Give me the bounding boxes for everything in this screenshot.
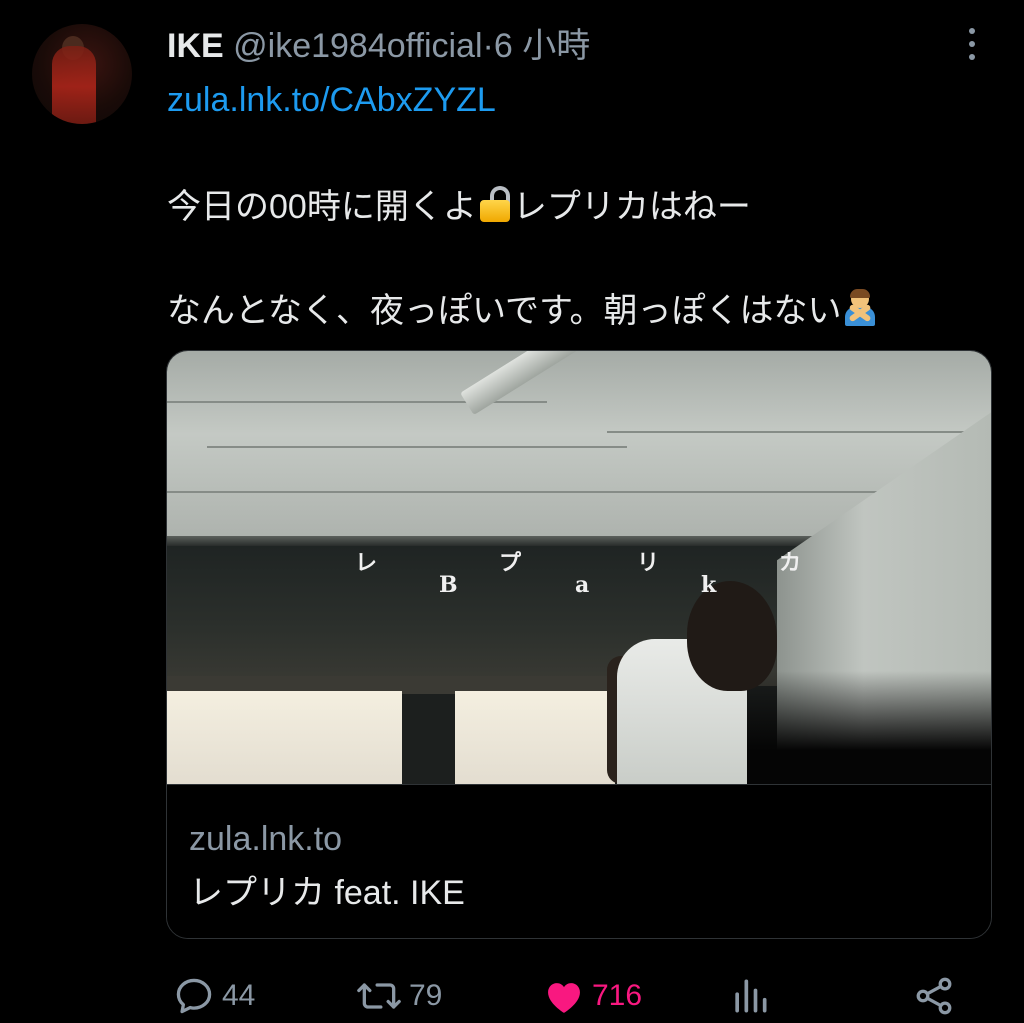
tweet-actions: 44 79 716 [0,960,1024,1023]
header-separator: · [482,27,494,65]
image-title-letter: プ [499,550,522,576]
like-count: 716 [592,979,643,1012]
window-left [167,691,402,784]
author-name[interactable]: IKE [167,27,224,65]
card-image[interactable]: レ B プ a リ k カ [167,351,991,784]
tweet[interactable]: IKE @ike1984official·6 小時 zula.lnk.to/CA… [0,0,1024,1023]
reply-count: 44 [222,979,256,1012]
retweet-count: 79 [409,979,443,1012]
card-title: レプリカ feat. IKE [189,874,465,912]
tweet-header: IKE @ike1984official·6 小時 [167,26,590,66]
views-button[interactable] [728,974,772,1018]
image-title-letter: a [575,572,590,598]
ceiling-beam [460,351,652,416]
more-options-icon[interactable] [962,26,982,62]
image-title-letter: k [701,572,717,598]
image-title-letter: レ [355,550,378,576]
views-icon [728,974,772,1018]
link-preview-card[interactable]: レ B プ a リ k カ zula.lnk.to レプリカ feat. IKE [166,350,992,939]
image-title-letter: リ [637,550,660,576]
avatar-figure [52,46,96,124]
author-handle[interactable]: @ike1984official [233,27,482,65]
tweet-timestamp[interactable]: 6 小時 [494,27,590,65]
image-title-letter: B [439,572,458,598]
share-icon [912,974,956,1018]
like-button[interactable]: 716 [542,974,642,1018]
author-avatar[interactable] [32,24,132,124]
tweet-text-line-2-text: なんとなく、夜っぽいです。朝っぽくはない [167,292,842,330]
open-lock-icon [477,186,513,222]
tweet-text-line-1: 今日の00時に開くよ レプリカはねー [167,186,751,227]
card-domain: zula.lnk.to [189,820,343,858]
retweet-button[interactable]: 79 [355,974,442,1018]
tweet-text-line-1-before: 今日の00時に開くよ [167,188,477,226]
tweet-link[interactable]: zula.lnk.to/CAbxZYZL [167,80,496,120]
tweet-text-line-1-after: レプリカはねー [512,188,751,226]
reply-button[interactable]: 44 [172,974,255,1018]
heart-icon [542,974,586,1018]
reply-icon [172,974,216,1018]
share-button[interactable] [912,974,956,1018]
tweet-text-line-2: なんとなく、夜っぽいです。朝っぽくはない [167,289,878,331]
window-right [455,691,615,784]
retweet-icon [355,974,403,1018]
card-meta[interactable]: zula.lnk.to レプリカ feat. IKE [167,784,991,938]
image-title-letter: カ [779,550,802,576]
person-gesturing-no-icon [842,289,878,326]
